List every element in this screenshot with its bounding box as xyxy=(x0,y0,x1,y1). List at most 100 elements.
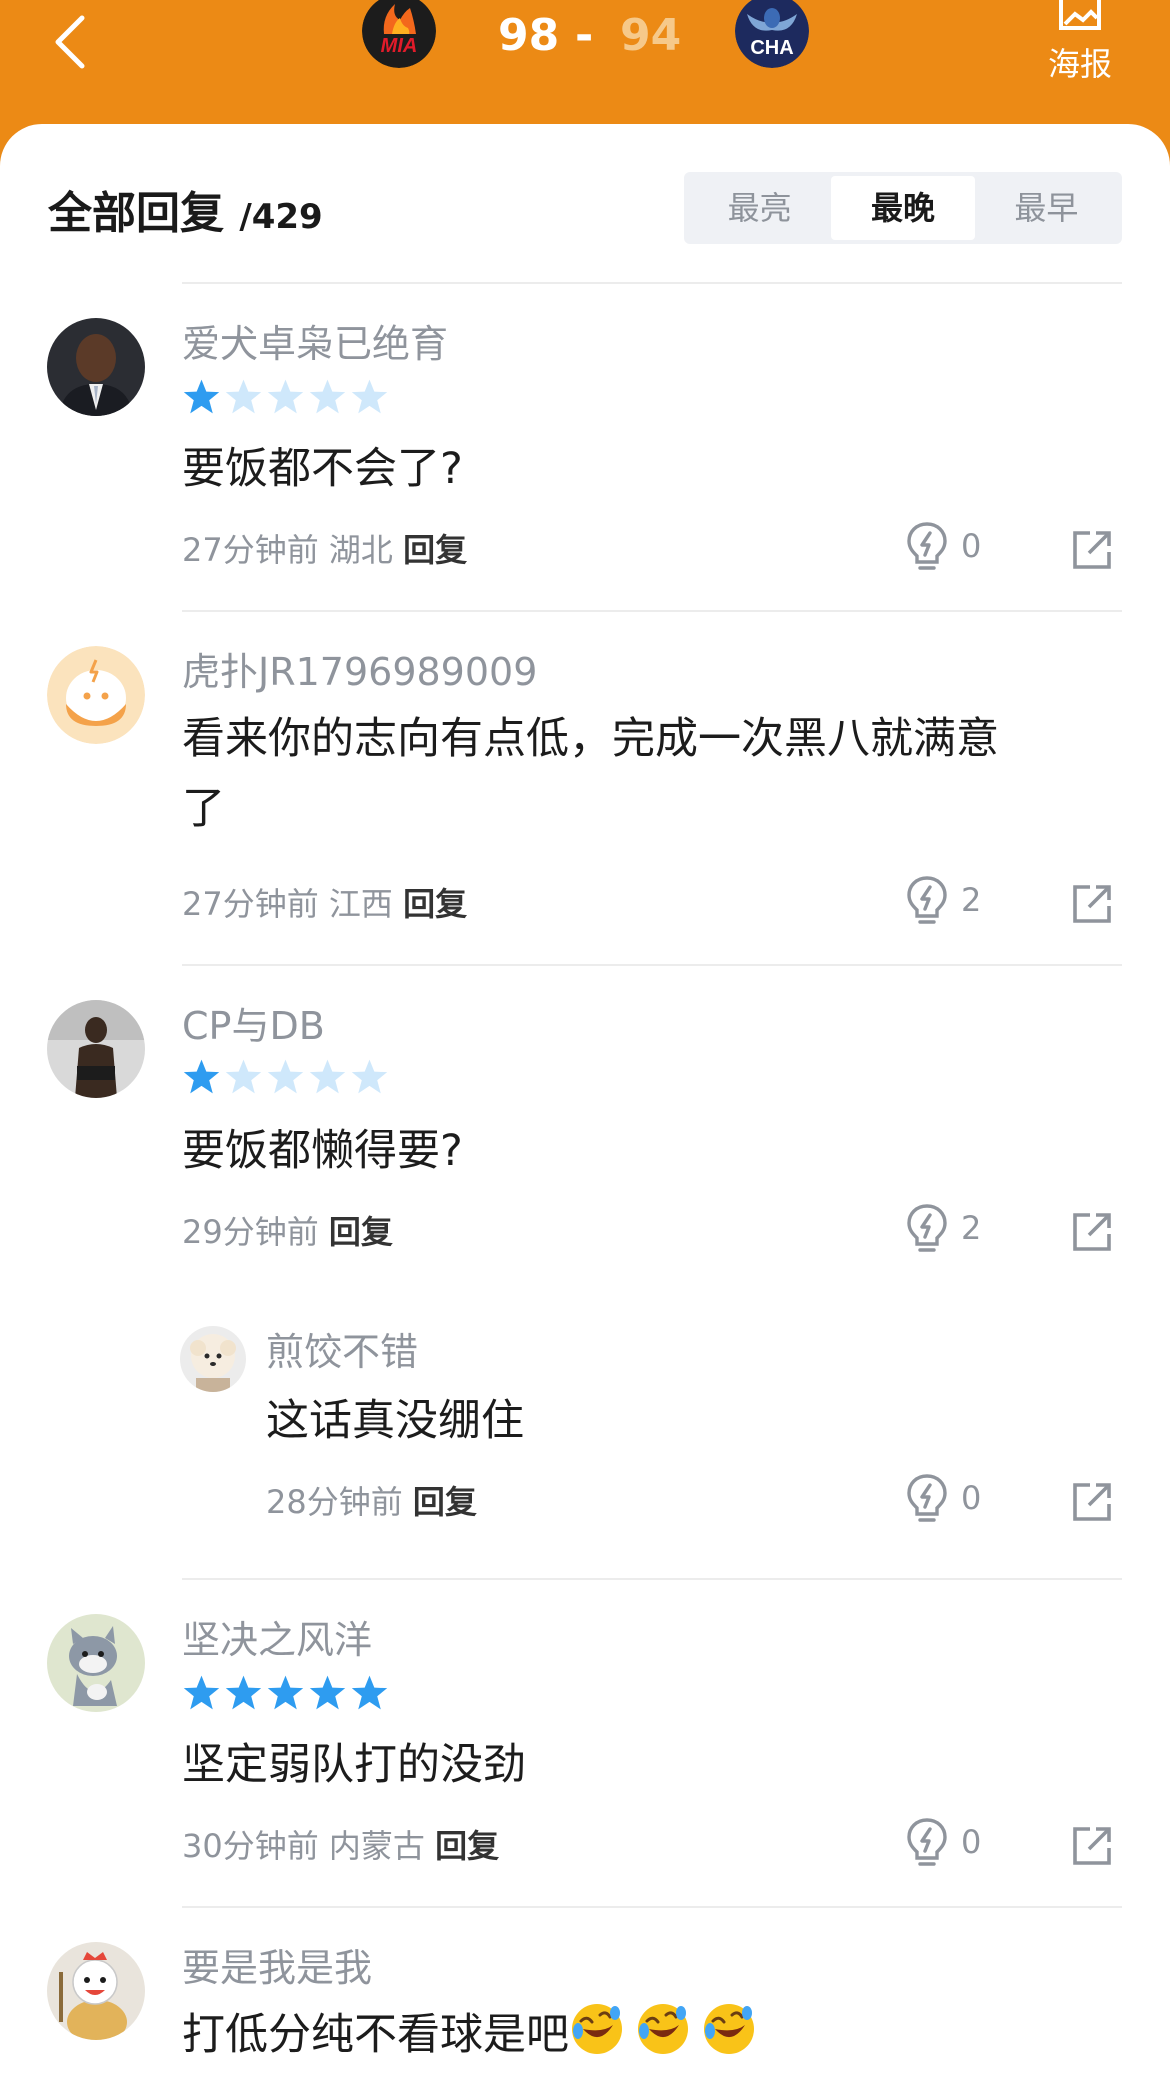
divider xyxy=(182,610,1122,612)
comment-text-line: 看来你的志向有点低，完成一次黑八就满意 xyxy=(182,714,999,764)
username[interactable]: 要是我是我 xyxy=(182,1944,372,1992)
avatar[interactable] xyxy=(47,318,145,416)
avatar[interactable] xyxy=(47,1000,145,1098)
comments-count: /429 xyxy=(239,197,323,237)
reply-button[interactable]: 回复 xyxy=(413,1483,477,1521)
star-filled-icon xyxy=(266,1674,305,1711)
star-empty-icon xyxy=(266,378,305,415)
username[interactable]: 虎扑JR1796989009 xyxy=(182,648,537,696)
sort-tabs: 最亮 最晚 最早 xyxy=(684,172,1122,244)
rofl-emoji-icon xyxy=(635,2001,691,2057)
share-button[interactable] xyxy=(1070,1824,1114,1868)
home-team-logo[interactable]: MIA xyxy=(362,0,436,68)
reply-avatar[interactable] xyxy=(180,1326,246,1392)
share-button[interactable] xyxy=(1070,528,1114,572)
reply-button[interactable]: 回复 xyxy=(435,1827,499,1865)
comment-meta: 30分钟前 内蒙古 回复 xyxy=(182,1824,499,1868)
comment-meta: 27分钟前 湖北 回复 xyxy=(182,528,467,572)
comment-text-body: 打低分纯不看球是吧 xyxy=(182,2010,569,2060)
like-count: 2 xyxy=(961,1209,982,1247)
like-count: 0 xyxy=(961,1823,982,1861)
star-filled-icon xyxy=(182,1058,221,1095)
comment-text: 要饭都不会了? xyxy=(182,444,463,494)
rofl-emoji-icon xyxy=(701,2001,757,2057)
comment-text: 看来你的志向有点低，完成一次黑八就满意 了 xyxy=(182,704,999,844)
comment-meta: 27分钟前 江西 回复 xyxy=(182,882,467,926)
like-count: 2 xyxy=(961,881,982,919)
comments-title: 全部回复 /429 xyxy=(48,186,323,245)
divider xyxy=(182,1906,1122,1908)
svg-text:CHA: CHA xyxy=(750,37,793,59)
star-filled-icon xyxy=(224,1674,263,1711)
comment-text: 要饭都懒得要? xyxy=(182,1126,463,1176)
poster-label: 海报 xyxy=(1047,45,1112,83)
reply-time: 28分钟前 xyxy=(266,1483,403,1521)
reply-username[interactable]: 煎饺不错 xyxy=(266,1328,418,1376)
like-button[interactable]: 0 xyxy=(903,520,1013,576)
reply-button[interactable]: 回复 xyxy=(329,1213,393,1251)
emoji-group xyxy=(569,2001,757,2057)
lightbulb-icon xyxy=(903,1472,951,1526)
star-empty-icon xyxy=(266,1058,305,1095)
comment-location: 江西 xyxy=(328,885,393,923)
poster-button[interactable]: 海报 xyxy=(1040,0,1120,94)
share-button[interactable] xyxy=(1070,1210,1114,1254)
comments-panel: 全部回复 /429 最亮 最晚 最早 爱犬卓枭已绝育 要饭都不会了? 27分钟前… xyxy=(0,124,1170,2078)
heat-logo-icon: MIA xyxy=(362,0,436,68)
scoreboard-header: MIA 98 - 94 CHA 海报 xyxy=(0,0,1170,140)
comment-time: 27分钟前 xyxy=(182,531,319,569)
dog-avatar-icon xyxy=(180,1326,246,1392)
reply-button[interactable]: 回复 xyxy=(403,885,467,923)
home-score: 98 xyxy=(498,10,560,61)
rating-stars xyxy=(182,1674,389,1711)
tab-oldest[interactable]: 最早 xyxy=(975,176,1118,240)
user-avatar-icon xyxy=(47,318,145,416)
lightbulb-icon xyxy=(903,520,951,574)
hornets-logo-icon: CHA xyxy=(735,0,809,68)
divider xyxy=(182,1578,1122,1580)
lightbulb-icon xyxy=(903,1202,951,1256)
star-empty-icon xyxy=(350,378,389,415)
cartoon-cat-avatar-icon xyxy=(47,1614,145,1712)
share-button[interactable] xyxy=(1070,882,1114,926)
comment-text: 打低分纯不看球是吧 xyxy=(182,2000,757,2070)
username[interactable]: 坚决之风洋 xyxy=(182,1616,372,1664)
like-button[interactable]: 0 xyxy=(903,1816,1013,1872)
share-external-icon xyxy=(1070,1210,1114,1254)
like-button[interactable]: 2 xyxy=(903,1202,1013,1258)
reply-meta: 28分钟前 回复 xyxy=(266,1480,477,1524)
user-avatar-icon xyxy=(47,1000,145,1098)
username[interactable]: CP与DB xyxy=(182,1002,325,1050)
avatar[interactable] xyxy=(47,1942,145,2040)
comment-time: 27分钟前 xyxy=(182,885,319,923)
star-empty-icon xyxy=(350,1058,389,1095)
star-filled-icon xyxy=(182,378,221,415)
share-button[interactable] xyxy=(1070,1480,1114,1524)
rating-stars xyxy=(182,1058,389,1095)
comments-title-label: 全部回复 xyxy=(48,188,224,239)
star-empty-icon xyxy=(308,1058,347,1095)
svg-text:MIA: MIA xyxy=(381,35,418,57)
like-button[interactable]: 0 xyxy=(903,1472,1013,1528)
avatar[interactable] xyxy=(47,1614,145,1712)
comment-time: 29分钟前 xyxy=(182,1213,319,1251)
avatar[interactable] xyxy=(47,646,145,744)
star-filled-icon xyxy=(308,1674,347,1711)
score-separator: - xyxy=(575,10,594,61)
tab-newest[interactable]: 最晚 xyxy=(831,176,975,240)
reply-button[interactable]: 回复 xyxy=(403,531,467,569)
like-count: 0 xyxy=(961,527,982,565)
star-empty-icon xyxy=(308,378,347,415)
tab-hottest[interactable]: 最亮 xyxy=(688,176,831,240)
away-team-logo[interactable]: CHA xyxy=(735,0,809,68)
username[interactable]: 爱犬卓枭已绝育 xyxy=(182,320,448,368)
back-button[interactable] xyxy=(48,10,98,70)
divider xyxy=(182,964,1122,966)
star-empty-icon xyxy=(224,378,263,415)
star-empty-icon xyxy=(224,1058,263,1095)
comment-meta: 29分钟前 回复 xyxy=(182,1210,393,1254)
reply-text: 这话真没绷住 xyxy=(266,1396,524,1446)
like-button[interactable]: 2 xyxy=(903,874,1013,930)
lightbulb-icon xyxy=(903,874,951,928)
rating-stars xyxy=(182,378,389,415)
